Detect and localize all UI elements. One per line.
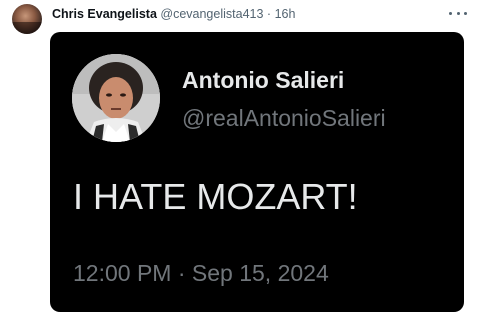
card-timestamp: 12:00 PM · Sep 15, 2024: [73, 260, 329, 286]
more-horizontal-icon[interactable]: [449, 6, 467, 20]
card-author-handle: @realAntonioSalieri: [182, 105, 386, 131]
author-avatar[interactable]: [12, 4, 42, 34]
author-name[interactable]: Chris Evangelista: [52, 7, 157, 21]
salieri-avatar: [72, 54, 160, 142]
portrait-image: [72, 54, 160, 142]
embedded-tweet-image[interactable]: Antonio Salieri @realAntonioSalieri I HA…: [50, 32, 464, 312]
separator-dot: ·: [266, 7, 272, 21]
card-tweet-text: I HATE MOZART!: [73, 176, 358, 217]
tweet-time[interactable]: 16h: [275, 7, 296, 21]
author-handle[interactable]: @cevangelista413: [160, 7, 263, 21]
tweet-container: Chris Evangelista @cevangelista413 · 16h: [0, 0, 477, 317]
tweet-header: Chris Evangelista @cevangelista413 · 16h: [52, 6, 295, 22]
card-author-name: Antonio Salieri: [182, 67, 345, 93]
